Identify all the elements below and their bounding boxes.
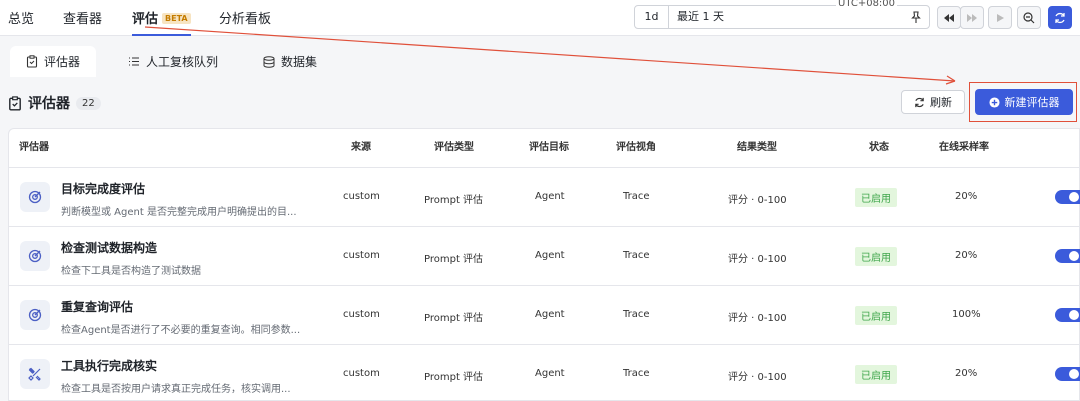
enable-toggle[interactable] xyxy=(1055,249,1080,263)
zoom-out-icon xyxy=(1023,11,1035,23)
column-header-result-type[interactable]: 结果类型 xyxy=(737,129,777,167)
result-type-cell: 评分 · 0-100 xyxy=(728,313,787,324)
view-cell: Trace xyxy=(623,368,650,379)
type-cell: Prompt 评估 xyxy=(424,372,484,383)
status-badge: 已启用 xyxy=(855,306,897,325)
top-nav: 总览 查看器 评估 BETA 分析看板 1d 最近 1 天 UTC+08:00 xyxy=(0,0,1080,36)
rewind-button[interactable] xyxy=(937,6,961,29)
evaluator-description: 检查工具是否按用户请求真正完成任务，核实调用... xyxy=(61,384,291,395)
play-button[interactable] xyxy=(988,6,1012,29)
result-type-cell: 评分 · 0-100 xyxy=(728,195,787,206)
plus-circle-icon xyxy=(988,96,1000,108)
evaluator-description: 判断模型或 Agent 是否完整完成用户明确提出的目... xyxy=(61,207,297,218)
subtab-review-queue[interactable]: 人工复核队列 xyxy=(112,46,234,77)
pin-icon[interactable] xyxy=(909,10,923,24)
sample-rate-cell: 20% xyxy=(955,191,978,202)
type-cell: Prompt 评估 xyxy=(424,254,484,265)
table-row[interactable]: 工具执行完成核实 检查工具是否按用户请求真正完成任务，核实调用... custo… xyxy=(9,345,1080,401)
evaluator-description: 检查下工具是否构造了测试数据 xyxy=(61,266,201,277)
sub-tabs: 评估器 人工复核队列 数据集 xyxy=(0,37,1080,77)
sample-rate-cell: 20% xyxy=(955,368,978,379)
sample-rate-cell: 20% xyxy=(955,250,978,261)
zoom-out-button[interactable] xyxy=(1017,6,1041,29)
nav-tab-overview[interactable]: 总览 xyxy=(8,8,34,27)
table-row[interactable]: 目标完成度评估 判断模型或 Agent 是否完整完成用户明确提出的目... cu… xyxy=(9,168,1080,227)
new-evaluator-button[interactable]: 新建评估器 xyxy=(975,89,1073,115)
column-header-evaluator[interactable]: 评估器 xyxy=(19,129,49,167)
beta-badge: BETA xyxy=(162,13,191,24)
time-range-label: 最近 1 天 xyxy=(677,10,724,23)
enable-toggle[interactable] xyxy=(1055,308,1080,322)
timezone-label: UTC+08:00 xyxy=(836,0,898,9)
status-badge: 已启用 xyxy=(855,247,897,266)
refresh-button[interactable]: 刷新 xyxy=(901,90,965,114)
result-type-cell: 评分 · 0-100 xyxy=(728,372,787,383)
enable-toggle[interactable] xyxy=(1055,367,1080,381)
auto-refresh-button[interactable] xyxy=(1048,6,1072,29)
refresh-icon xyxy=(915,97,924,107)
page-title: 评估器 22 xyxy=(8,93,101,113)
column-header-type[interactable]: 评估类型 xyxy=(434,129,474,167)
time-range-preset[interactable]: 1d xyxy=(635,6,669,28)
nav-tab-dashboard[interactable]: 分析看板 xyxy=(219,8,271,27)
evaluator-name[interactable]: 工具执行完成核实 xyxy=(61,357,157,374)
evaluator-count-badge: 22 xyxy=(76,96,101,110)
subtab-evaluators[interactable]: 评估器 xyxy=(10,46,97,77)
status-badge: 已启用 xyxy=(855,188,897,207)
table-row[interactable]: 重复查询评估 检查Agent是否进行了不必要的重复查询。相同参数... cust… xyxy=(9,286,1080,345)
enable-toggle[interactable] xyxy=(1055,190,1080,204)
source-cell: custom xyxy=(343,368,380,379)
clipboard-icon xyxy=(26,55,38,68)
target-cell: Agent xyxy=(535,250,565,261)
database-icon xyxy=(263,55,275,68)
evaluator-description: 检查Agent是否进行了不必要的重复查询。相同参数... xyxy=(61,325,301,336)
source-cell: custom xyxy=(343,250,380,261)
target-cell: Agent xyxy=(535,191,565,202)
tools-icon xyxy=(28,367,41,381)
source-cell: custom xyxy=(343,309,380,320)
source-cell: custom xyxy=(343,191,380,202)
list-icon xyxy=(129,57,139,66)
clipboard-icon xyxy=(9,95,21,111)
rewind-icon xyxy=(944,13,954,22)
subtab-datasets[interactable]: 数据集 xyxy=(247,46,333,77)
target-icon xyxy=(28,308,42,322)
target-cell: Agent xyxy=(535,368,565,379)
target-icon xyxy=(28,190,42,204)
nav-tab-viewer[interactable]: 查看器 xyxy=(63,8,102,27)
view-cell: Trace xyxy=(623,191,650,202)
evaluator-name[interactable]: 检查测试数据构造 xyxy=(61,239,157,256)
column-header-view[interactable]: 评估视角 xyxy=(616,129,656,167)
type-cell: Prompt 评估 xyxy=(424,313,484,324)
fast-forward-button[interactable] xyxy=(960,6,984,29)
evaluator-table: 评估器 来源 评估类型 评估目标 评估视角 结果类型 状态 在线采样率 目标完成… xyxy=(8,128,1080,401)
evaluator-name[interactable]: 目标完成度评估 xyxy=(61,180,145,197)
play-icon xyxy=(997,13,1004,22)
refresh-icon xyxy=(1055,12,1065,23)
view-cell: Trace xyxy=(623,250,650,261)
target-cell: Agent xyxy=(535,309,565,320)
target-icon xyxy=(28,249,42,263)
column-header-target[interactable]: 评估目标 xyxy=(529,129,569,167)
evaluator-name[interactable]: 重复查询评估 xyxy=(61,298,133,315)
column-header-status[interactable]: 状态 xyxy=(869,129,889,167)
type-cell: Prompt 评估 xyxy=(424,195,484,206)
nav-tab-evaluation[interactable]: 评估 BETA xyxy=(132,8,191,36)
column-header-source[interactable]: 来源 xyxy=(351,129,371,167)
evaluator-panel: 评估器 22 刷新 新建评估器 评估器 来源 评估类型 评估目标 评估视角 结果… xyxy=(0,77,1080,401)
view-cell: Trace xyxy=(623,309,650,320)
column-header-sample-rate[interactable]: 在线采样率 xyxy=(939,129,989,167)
status-badge: 已启用 xyxy=(855,365,897,384)
sample-rate-cell: 100% xyxy=(952,309,981,320)
fast-forward-icon xyxy=(967,13,977,22)
table-row[interactable]: 检查测试数据构造 检查下工具是否构造了测试数据 custom Prompt 评估… xyxy=(9,227,1080,286)
result-type-cell: 评分 · 0-100 xyxy=(728,254,787,265)
